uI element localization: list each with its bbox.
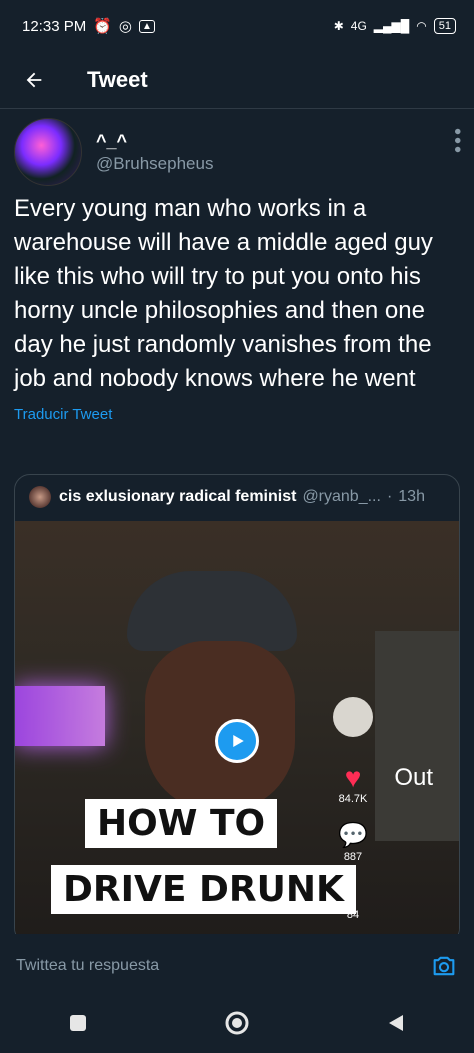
user-handle[interactable]: @Bruhsepheus <box>96 154 213 174</box>
more-vertical-icon[interactable]: ••• <box>446 128 468 155</box>
comment-count: 887 <box>343 851 363 863</box>
avatar[interactable] <box>14 118 82 186</box>
like-button: ♥ 84.7K <box>331 762 375 806</box>
video-caption-line2: DRIVE DRUNK <box>51 865 356 914</box>
creator-avatar-icon <box>333 697 373 737</box>
reply-bar: Twittea tu respuesta <box>0 934 474 998</box>
comment-icon: 💬 <box>338 822 368 849</box>
quoted-time: 13h <box>398 488 425 505</box>
reply-input[interactable]: Twittea tu respuesta <box>16 957 159 975</box>
network-type: 4G <box>350 19 367 33</box>
creator-avatar <box>331 697 375 737</box>
quoted-avatar <box>29 486 51 508</box>
square-icon <box>69 1015 86 1031</box>
camera-icon[interactable] <box>430 952 458 980</box>
tweet-author: ^_^ @Bruhsepheus ••• <box>14 118 468 186</box>
side-video-panel <box>375 631 459 841</box>
status-bar: 12:33 PM ⏰ ◎ ▲ ✱ 4G ▂▄▆█ ◠ 51 <box>0 0 474 52</box>
home-button[interactable] <box>224 1010 250 1041</box>
video-thumbnail[interactable]: ♥ 84.7K 💬 887 84 Out HOW TO DRIVE DRUNK <box>15 521 459 943</box>
quoted-display-name: cis exlusionary radical feminist <box>59 488 297 505</box>
quoted-tweet[interactable]: cis exlusionary radical feminist @ryanb_… <box>14 474 460 944</box>
side-overlay-text: Out <box>394 764 433 791</box>
notification-icon: ▲ <box>139 19 155 33</box>
back-button[interactable] <box>14 60 54 100</box>
arrow-left-icon <box>26 72 42 88</box>
page-title: Tweet <box>87 67 148 92</box>
alarm-icon: ◎ <box>118 18 132 35</box>
tweet-text: Every young man who works in a warehouse… <box>14 195 440 392</box>
circle-icon <box>225 1011 249 1035</box>
play-button[interactable] <box>215 719 259 763</box>
recents-button[interactable] <box>69 1014 87 1037</box>
header-divider <box>0 108 474 109</box>
wifi-icon: ◠ <box>416 19 427 33</box>
top-header: Tweet <box>0 52 474 108</box>
tweet: ^_^ @Bruhsepheus ••• Every young man who… <box>14 118 468 423</box>
system-nav-bar <box>0 998 474 1053</box>
bluetooth-icon: ✱ <box>333 19 344 33</box>
comment-button: 💬 887 <box>331 821 375 863</box>
quoted-tweet-header: cis exlusionary radical feminist @ryanb_… <box>15 475 459 519</box>
quoted-user-handle: @ryanb_... <box>302 488 381 505</box>
signal-icon: ▂▄▆█ <box>373 19 410 33</box>
status-time: 12:33 PM <box>22 17 87 35</box>
alarm-off-icon: ⏰ <box>93 18 112 35</box>
battery-indicator: 51 <box>433 18 456 34</box>
quoted-separator: · <box>386 488 393 505</box>
like-count: 84.7K <box>338 793 368 805</box>
translate-link[interactable]: Traducir Tweet <box>14 406 460 423</box>
video-caption-line1: HOW TO <box>85 799 278 848</box>
play-icon <box>233 735 244 747</box>
neon-light <box>15 686 105 746</box>
system-back-button[interactable] <box>387 1013 405 1038</box>
heart-icon: ♥ <box>344 762 362 793</box>
person-cap <box>127 571 297 651</box>
triangle-back-icon <box>389 1015 404 1031</box>
display-name[interactable]: ^_^ <box>96 131 213 152</box>
